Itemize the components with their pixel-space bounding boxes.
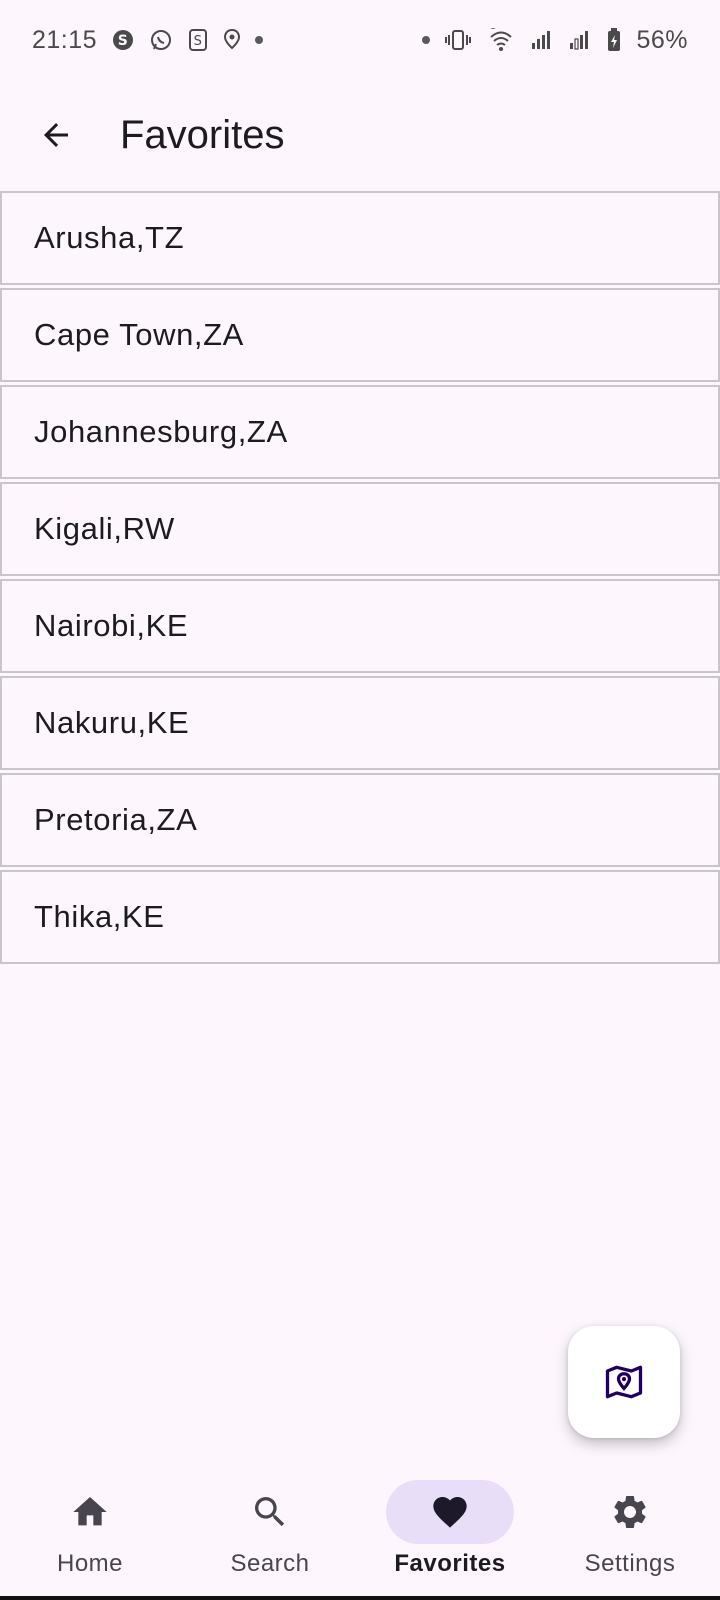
status-right: 56% bbox=[422, 26, 688, 55]
screen-bottom-edge bbox=[0, 1596, 720, 1600]
nav-label: Home bbox=[56, 1550, 124, 1577]
arrow-back-icon bbox=[44, 123, 68, 147]
status-bar: 21:15 S S 56% bbox=[0, 0, 720, 80]
map-fab-button[interactable] bbox=[568, 1326, 680, 1438]
battery-icon bbox=[606, 27, 622, 53]
home-icon bbox=[73, 1497, 107, 1526]
svg-text:S: S bbox=[118, 33, 129, 49]
nav-icon-container bbox=[26, 1480, 154, 1544]
back-button[interactable] bbox=[28, 107, 84, 163]
location-pin-icon bbox=[223, 28, 241, 52]
skype-icon: S bbox=[111, 28, 135, 52]
list-item[interactable]: Kigali,RW bbox=[0, 482, 720, 576]
vibrate-icon bbox=[444, 28, 472, 52]
gear-icon bbox=[614, 1496, 646, 1528]
heart-icon bbox=[433, 1497, 467, 1528]
nav-icon-container bbox=[566, 1480, 694, 1544]
signal-2-icon bbox=[568, 28, 592, 52]
nav-label: Settings bbox=[584, 1550, 676, 1577]
nav-icon-container bbox=[206, 1480, 334, 1544]
nav-item-settings[interactable]: Settings bbox=[540, 1462, 720, 1598]
favorites-list: Arusha,TZ Cape Town,ZA Johannesburg,ZA K… bbox=[0, 191, 720, 967]
search-icon bbox=[255, 1497, 285, 1527]
nav-label: Search bbox=[230, 1550, 310, 1577]
nav-item-search[interactable]: Search bbox=[180, 1462, 360, 1598]
app-bar: Favorites bbox=[0, 80, 720, 190]
nav-item-favorites[interactable]: Favorites bbox=[360, 1462, 540, 1598]
list-item[interactable]: Cape Town,ZA bbox=[0, 288, 720, 382]
map-pin-icon bbox=[605, 1365, 643, 1399]
page-title: Favorites bbox=[120, 112, 285, 157]
wifi-icon bbox=[486, 28, 516, 52]
nav-label: Favorites bbox=[394, 1550, 506, 1577]
list-item[interactable]: Nakuru,KE bbox=[0, 676, 720, 770]
status-dot bbox=[422, 36, 431, 44]
battery-percent: 56% bbox=[636, 25, 688, 54]
nav-icon-container bbox=[386, 1480, 514, 1544]
bottom-navigation: Home Search Favorites Settings bbox=[0, 1462, 720, 1598]
whatsapp-icon bbox=[149, 28, 173, 52]
list-item[interactable]: Arusha,TZ bbox=[0, 191, 720, 285]
notification-dot bbox=[255, 36, 264, 44]
svg-text:S: S bbox=[194, 34, 203, 49]
s-app-icon: S bbox=[187, 28, 209, 52]
list-item[interactable]: Pretoria,ZA bbox=[0, 773, 720, 867]
list-item[interactable]: Nairobi,KE bbox=[0, 579, 720, 673]
signal-icon bbox=[530, 28, 554, 52]
status-left: 21:15 S S bbox=[32, 25, 264, 55]
list-item[interactable]: Johannesburg,ZA bbox=[0, 385, 720, 479]
list-item[interactable]: Thika,KE bbox=[0, 870, 720, 964]
status-time: 21:15 bbox=[32, 25, 98, 54]
nav-item-home[interactable]: Home bbox=[0, 1462, 180, 1598]
